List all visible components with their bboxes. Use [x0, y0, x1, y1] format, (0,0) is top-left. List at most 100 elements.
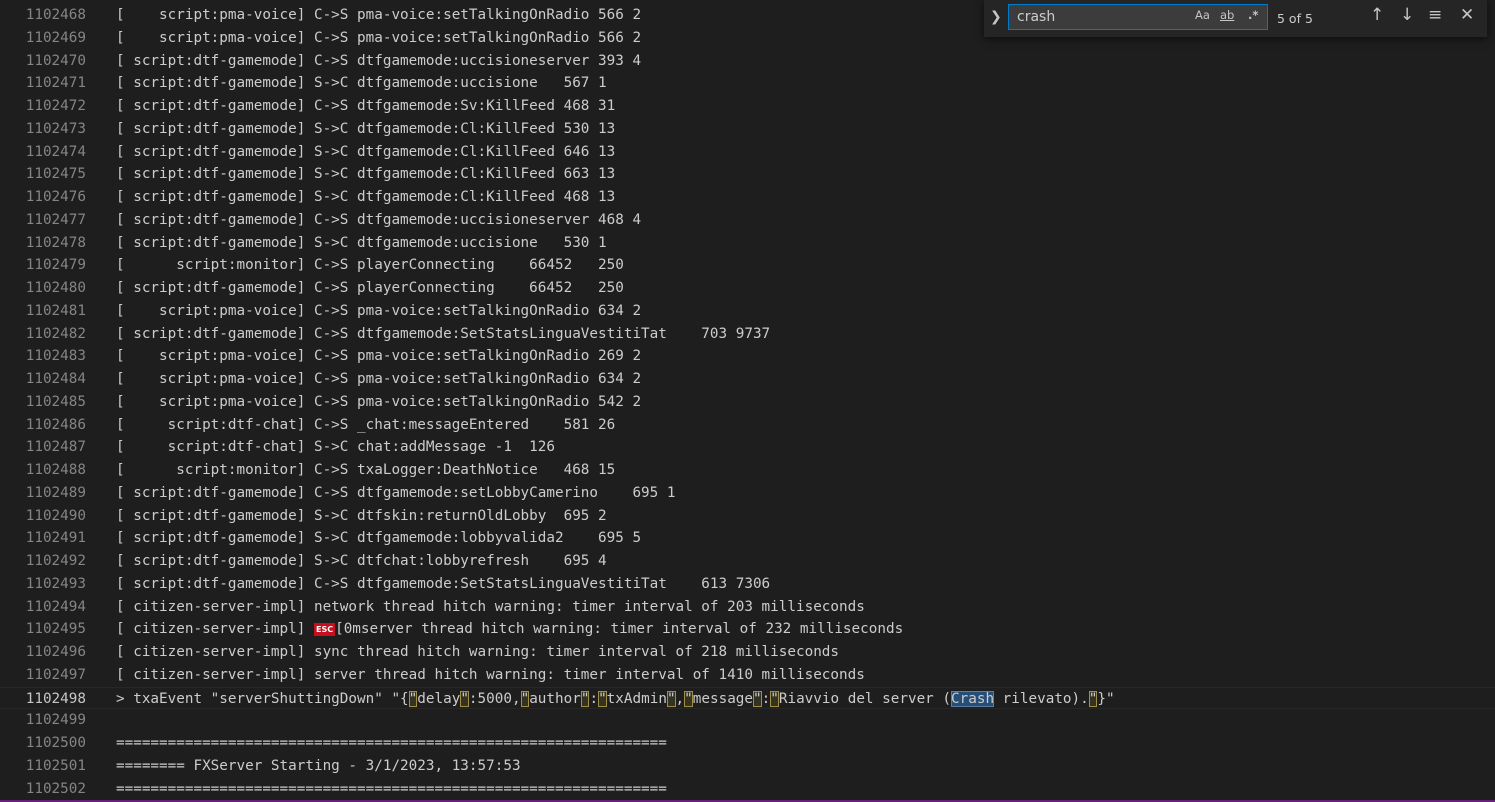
line-number: 1102487: [25, 439, 86, 456]
line-number: 1102486: [25, 416, 86, 433]
line-number: 1102491: [25, 530, 86, 547]
text-segment: [ script:dtf-gamemode] C->S dtfgamemode:…: [116, 325, 771, 342]
log-line[interactable]: 1102493 [ script:dtf-gamemode] C->S dtfga…: [0, 573, 1495, 596]
log-line[interactable]: 1102478 [ script:dtf-gamemode] S->C dtfga…: [0, 232, 1495, 255]
use-regex-button[interactable]: .*: [1248, 8, 1258, 22]
line-text: [ script:pma-voice] C->S pma-voice:setTa…: [116, 27, 641, 50]
log-line[interactable]: 1102481 [ script:pma-voice] C->S pma-voic…: [0, 300, 1495, 323]
line-text: [ script:pma-voice] C->S pma-voice:setTa…: [116, 345, 641, 368]
text-segment: ======== FXServer Starting - 3/1/2023, 1…: [116, 757, 521, 774]
text-segment: [ script:pma-voice] C->S pma-voice:setTa…: [116, 7, 642, 23]
log-line[interactable]: 1102499: [0, 709, 1495, 732]
line-number: 1102478: [25, 234, 86, 251]
next-match-icon[interactable]: ↓: [1400, 5, 1414, 25]
line-text: [ script:dtf-gamemode] S->C dtfgamemode:…: [116, 163, 615, 186]
log-line[interactable]: 1102473 [ script:dtf-gamemode] S->C dtfga…: [0, 118, 1495, 141]
find-match-highlight: ": [598, 690, 607, 707]
close-icon[interactable]: ✕: [1460, 5, 1474, 25]
log-line[interactable]: 1102500 =================================…: [0, 732, 1495, 755]
log-line[interactable]: 1102483 [ script:pma-voice] C->S pma-voic…: [0, 345, 1495, 368]
line-number: 1102502: [25, 780, 86, 797]
line-text: [ script:dtf-gamemode] S->C dtfskin:retu…: [116, 505, 607, 528]
line-number: 1102485: [25, 393, 86, 410]
line-text: ========================================…: [116, 732, 667, 755]
line-text: [ script:monitor] C->S playerConnecting …: [116, 254, 624, 277]
line-number: 1102468: [25, 7, 86, 23]
text-segment: [ citizen-server-impl] network thread hi…: [116, 598, 865, 615]
log-line[interactable]: 1102477 [ script:dtf-gamemode] C->S dtfga…: [0, 209, 1495, 232]
log-line[interactable]: 1102491 [ script:dtf-gamemode] S->C dtfga…: [0, 527, 1495, 550]
text-segment: ========================================…: [116, 780, 667, 797]
text-segment: [ script:dtf-gamemode] C->S dtfgamemode:…: [116, 484, 676, 501]
log-line[interactable]: 1102501 ======== FXServer Starting - 3/1/…: [0, 755, 1495, 778]
log-line[interactable]: 1102479 [ script:monitor] C->S playerConn…: [0, 254, 1495, 277]
text-segment: [ script:dtf-gamemode] S->C dtfskin:retu…: [116, 507, 607, 524]
find-match-highlight: ": [753, 690, 762, 707]
log-line[interactable]: 1102502 =================================…: [0, 778, 1495, 801]
log-line[interactable]: 1102488 [ script:monitor] C->S txaLogger:…: [0, 459, 1495, 482]
line-text: [ citizen-server-impl] server thread hit…: [116, 664, 865, 687]
log-line[interactable]: 1102485 [ script:pma-voice] C->S pma-voic…: [0, 391, 1495, 414]
line-number: 1102499: [25, 712, 86, 729]
line-number: 1102477: [25, 211, 86, 228]
log-line[interactable]: 1102475 [ script:dtf-gamemode] S->C dtfga…: [0, 163, 1495, 186]
line-text: [ script:dtf-gamemode] C->S playerConnec…: [116, 277, 624, 300]
text-segment: [ script:dtf-chat] C->S _chat:messageEnt…: [116, 416, 616, 433]
text-segment: [ script:dtf-gamemode] C->S playerConnec…: [116, 280, 624, 296]
find-input-value: crash: [1017, 9, 1056, 25]
find-match-highlight: ": [460, 690, 469, 707]
text-segment: [ script:dtf-gamemode] C->S dtfgamemode:…: [116, 52, 642, 69]
log-line[interactable]: 1102482 [ script:dtf-gamemode] C->S dtfga…: [0, 323, 1495, 346]
toggle-replace-button[interactable]: ❯: [990, 9, 1002, 25]
line-text: [ script:dtf-gamemode] C->S dtfgamemode:…: [116, 323, 770, 346]
log-line[interactable]: 1102496 [ citizen-server-impl] sync threa…: [0, 641, 1495, 664]
find-in-selection-icon[interactable]: ≡: [1428, 5, 1442, 25]
line-number: 1102480: [25, 280, 86, 296]
escape-character-badge: ESC: [313, 623, 336, 637]
log-line[interactable]: 1102484 [ script:pma-voice] C->S pma-voic…: [0, 368, 1495, 391]
log-line[interactable]: 1102495 [ citizen-server-impl] ESC [0mserv…: [0, 618, 1495, 641]
line-number: 1102469: [25, 29, 86, 46]
text-segment: [ citizen-server-impl] server thread hit…: [116, 666, 865, 683]
text-segment: [ script:dtf-chat] S->C chat:addMessage …: [116, 439, 555, 456]
log-line[interactable]: 1102471 [ script:dtf-gamemode] S->C dtfga…: [0, 72, 1495, 95]
log-line[interactable]: 1102486 [ script:dtf-chat] C->S _chat:mes…: [0, 414, 1495, 437]
line-number: 1102482: [25, 325, 86, 342]
log-line[interactable]: 1102480 [ script:dtf-gamemode] C->S playe…: [0, 277, 1495, 300]
log-line[interactable]: 1102490 [ script:dtf-gamemode] S->C dtfsk…: [0, 505, 1495, 528]
line-text: [ script:dtf-gamemode] C->S dtfgamemode:…: [116, 209, 641, 232]
line-number: 1102497: [25, 666, 86, 683]
text-segment: [0mserver thread hitch warning: timer in…: [335, 621, 904, 638]
line-number: 1102484: [25, 371, 86, 387]
log-line[interactable]: 1102497 [ citizen-server-impl] server thr…: [0, 664, 1495, 687]
text-segment: [ script:pma-voice] C->S pma-voice:setTa…: [116, 371, 642, 387]
find-match-highlight: ": [684, 690, 693, 707]
log-editor[interactable]: 1102468 [ script:pma-voice] C->S pma-voic…: [0, 0, 1495, 802]
text-segment: message: [692, 690, 754, 707]
line-number: 1102489: [25, 484, 86, 501]
log-line[interactable]: 1102492 [ script:dtf-gamemode] S->C dtfch…: [0, 550, 1495, 573]
line-text: [ script:dtf-gamemode] S->C dtfchat:lobb…: [116, 550, 607, 573]
match-case-button[interactable]: Aa: [1195, 8, 1210, 22]
log-line[interactable]: 1102474 [ script:dtf-gamemode] S->C dtfga…: [0, 141, 1495, 164]
line-number: 1102476: [25, 189, 86, 205]
log-line[interactable]: 1102470 [ script:dtf-gamemode] C->S dtfga…: [0, 50, 1495, 73]
log-line[interactable]: 1102476 [ script:dtf-gamemode] S->C dtfga…: [0, 186, 1495, 209]
log-line[interactable]: 1102494 [ citizen-server-impl] network th…: [0, 596, 1495, 619]
log-line[interactable]: 1102487 [ script:dtf-chat] S->C chat:addM…: [0, 436, 1495, 459]
line-text: > txaEvent "serverShuttingDown" "{"delay…: [116, 688, 1115, 711]
current-find-match: Crash: [951, 690, 995, 707]
text-segment: [ script:dtf-gamemode] S->C dtfgamemode:…: [116, 234, 607, 251]
match-whole-word-button[interactable]: ab: [1220, 8, 1234, 22]
line-number: 1102472: [25, 98, 86, 114]
log-line[interactable]: 1102472 [ script:dtf-gamemode] C->S dtfga…: [0, 95, 1495, 118]
text-segment: [ script:monitor] C->S txaLogger:DeathNo…: [116, 462, 616, 478]
match-count: 5 of 5: [1277, 11, 1313, 26]
line-number: 1102475: [25, 166, 86, 183]
log-line[interactable]: 1102498 > txaEvent "serverShuttingDown" "…: [0, 686, 1495, 711]
log-line[interactable]: 1102489 [ script:dtf-gamemode] C->S dtfga…: [0, 482, 1495, 505]
line-number: 1102483: [25, 348, 86, 365]
line-text: ======== FXServer Starting - 3/1/2023, 1…: [116, 755, 521, 778]
line-text: ========================================…: [116, 778, 667, 801]
previous-match-icon[interactable]: ↑: [1370, 5, 1384, 25]
